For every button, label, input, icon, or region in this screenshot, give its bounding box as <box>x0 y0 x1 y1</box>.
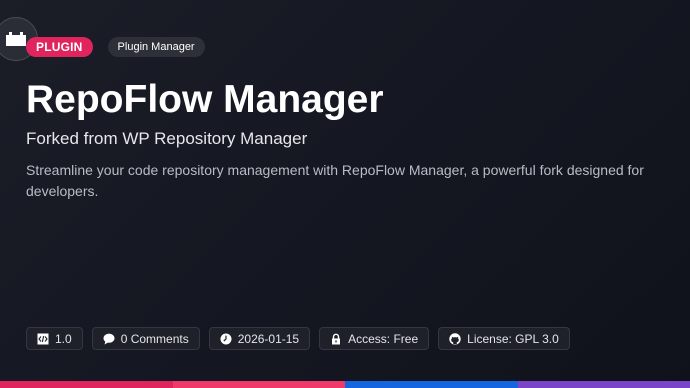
type-badge: PLUGIN <box>26 37 93 57</box>
speech-bubble-icon <box>103 333 115 344</box>
page-description: Streamline your code repository manageme… <box>26 162 644 199</box>
badge-row: PLUGIN Plugin Manager <box>26 37 205 57</box>
comments-label: 0 Comments <box>120 331 189 346</box>
meta-row: 1.0 0 Comments 2026-01-15 Access: Free L… <box>26 327 570 350</box>
page-title: RepoFlow Manager <box>26 78 384 121</box>
hero-banner: PLUGIN Plugin Manager RepoFlow Manager F… <box>0 0 690 388</box>
github-icon <box>449 332 461 345</box>
accent-bar-segment <box>0 381 173 388</box>
access-label: Access: Free <box>348 331 419 346</box>
page-subtitle: Forked from WP Repository Manager <box>26 129 308 148</box>
accent-bar <box>0 381 690 388</box>
accent-bar-segment <box>517 381 690 388</box>
license-meta: License: GPL 3.0 <box>438 327 570 350</box>
access-meta: Access: Free <box>319 327 430 350</box>
version-meta: 1.0 <box>26 327 83 350</box>
date-label: 2026-01-15 <box>237 331 300 346</box>
accent-bar-segment <box>345 381 518 388</box>
license-label: License: GPL 3.0 <box>467 331 559 346</box>
category-badge[interactable]: Plugin Manager <box>107 37 205 57</box>
code-file-icon <box>37 333 49 344</box>
lock-icon <box>332 333 341 344</box>
date-meta: 2026-01-15 <box>208 327 311 350</box>
version-label: 1.0 <box>55 331 72 346</box>
clock-icon <box>220 333 232 344</box>
accent-bar-segment <box>172 381 345 388</box>
comments-meta[interactable]: 0 Comments <box>91 327 200 350</box>
